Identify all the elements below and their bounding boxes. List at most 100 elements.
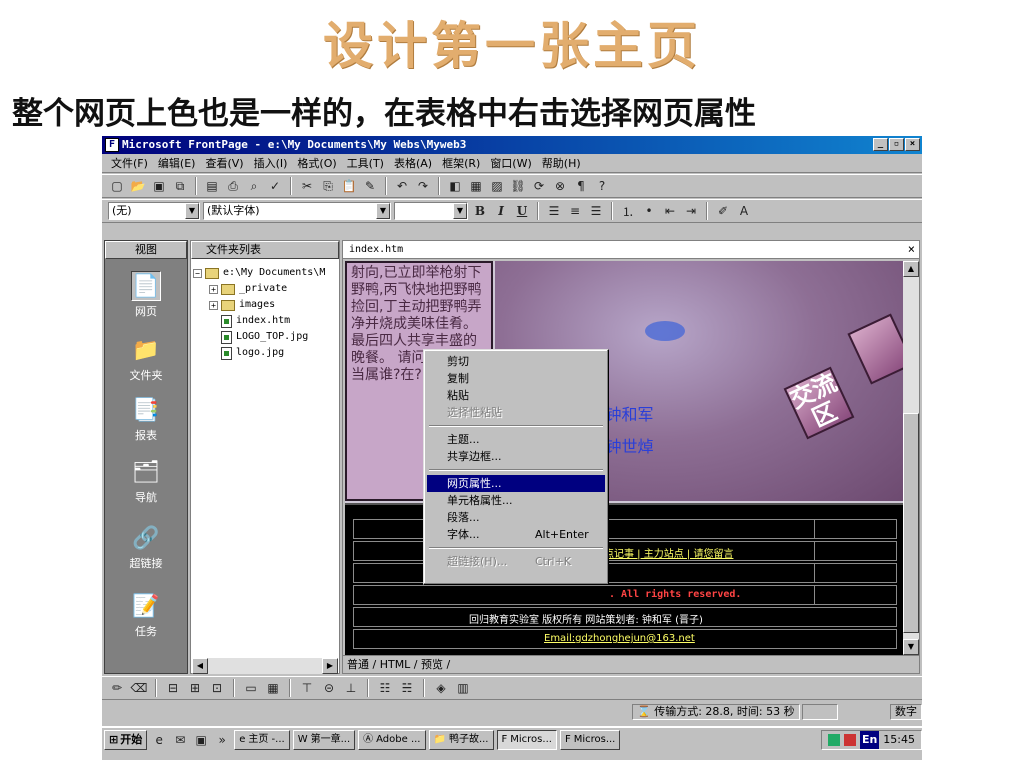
task-frontpage-1[interactable]: F Micros... — [496, 730, 557, 750]
format-painter-icon[interactable]: ✎ — [361, 177, 379, 195]
network-icon[interactable] — [827, 734, 840, 746]
help-icon[interactable]: ? — [593, 177, 611, 195]
menu-insert[interactable]: 插入(I) — [249, 156, 293, 172]
redo-icon[interactable]: ↷ — [414, 177, 432, 195]
menu-window[interactable]: 窗口(W) — [485, 156, 536, 172]
chevron-down-icon[interactable]: ▼ — [185, 203, 199, 219]
task-duck-story[interactable]: 📁 鸭子故... — [428, 730, 494, 750]
insert-component-icon[interactable]: ◧ — [446, 177, 464, 195]
chevron-down-icon[interactable]: ▼ — [453, 203, 467, 219]
volume-icon[interactable] — [843, 734, 856, 746]
start-button[interactable]: ⊞ 开始 — [104, 730, 148, 750]
scroll-left-icon[interactable]: ◀ — [192, 658, 208, 674]
ie-icon[interactable]: e — [150, 731, 168, 749]
footer-links[interactable]: 站点记事 | 主力站点 | 请您留言 — [594, 545, 733, 560]
chevron-down-icon[interactable]: ▼ — [376, 203, 390, 219]
bold-button[interactable]: B — [471, 202, 489, 220]
menu-tools[interactable]: 工具(T) — [342, 156, 389, 172]
ctx-cell-properties[interactable]: 单元格属性... — [427, 492, 605, 509]
insert-rows-icon[interactable]: ⊟ — [164, 679, 182, 697]
tree-folder-images[interactable]: + images — [193, 297, 325, 313]
menu-view[interactable]: 查看(V) — [200, 156, 248, 172]
window-titlebar[interactable]: F Microsoft FrontPage - e:\My Documents\… — [102, 136, 922, 154]
draw-table-icon[interactable]: ✏ — [108, 679, 126, 697]
eraser-icon[interactable]: ⌫ — [130, 679, 148, 697]
delete-cells-icon[interactable]: ▭ — [242, 679, 260, 697]
scroll-up-icon[interactable]: ▲ — [903, 261, 919, 277]
increase-indent-icon[interactable]: ⇥ — [682, 202, 700, 220]
menu-table[interactable]: 表格(A) — [389, 156, 437, 172]
ctx-paragraph[interactable]: 段落... — [427, 509, 605, 526]
ctx-shared-borders[interactable]: 共享边框... — [427, 448, 605, 465]
scroll-down-icon[interactable]: ▼ — [903, 639, 919, 655]
paste-icon[interactable]: 📋 — [340, 177, 358, 195]
align-center-icon[interactable]: ≡ — [566, 202, 584, 220]
scroll-thumb[interactable] — [903, 413, 919, 633]
task-chapter1[interactable]: W 第一章... — [292, 730, 356, 750]
fill-color-icon[interactable]: ◈ — [432, 679, 450, 697]
fill-icon[interactable]: ▥ — [454, 679, 472, 697]
view-reports[interactable]: 📑 报表 — [105, 395, 187, 443]
ctx-paste[interactable]: 粘贴 — [427, 387, 605, 404]
ctx-font[interactable]: 字体... Alt+Enter — [427, 526, 605, 543]
tree-root[interactable]: − e:\My Documents\M — [193, 265, 325, 281]
insert-table-icon[interactable]: ▦ — [467, 177, 485, 195]
task-adobe[interactable]: Ⓐ Adobe ... — [358, 730, 426, 750]
menu-frames[interactable]: 框架(R) — [437, 156, 485, 172]
expand-icon[interactable]: + — [209, 284, 218, 294]
tree-file-logo[interactable]: logo.jpg — [193, 345, 325, 361]
style-select[interactable]: (无) ▼ — [108, 202, 200, 220]
ctx-copy[interactable]: 复制 — [427, 370, 605, 387]
copy-icon[interactable]: ⎘ — [319, 177, 337, 195]
bulleted-list-icon[interactable]: • — [640, 202, 658, 220]
editor-vscrollbar[interactable]: ▲ ▼ — [903, 261, 919, 655]
collapse-icon[interactable]: − — [193, 268, 202, 278]
center-vertically-icon[interactable]: ⊝ — [320, 679, 338, 697]
font-select[interactable]: (默认字体) ▼ — [203, 202, 391, 220]
scroll-right-icon[interactable]: ▶ — [322, 658, 338, 674]
publish-icon[interactable]: ⧉ — [171, 177, 189, 195]
desktop-icon[interactable]: ▣ — [192, 731, 210, 749]
folder-list-icon[interactable]: ▤ — [203, 177, 221, 195]
folder-hscrollbar[interactable]: ◀ ▶ — [192, 658, 338, 674]
decrease-indent-icon[interactable]: ⇤ — [661, 202, 679, 220]
underline-button[interactable]: U — [513, 202, 531, 220]
outlook-icon[interactable]: ✉ — [171, 731, 189, 749]
close-button[interactable]: × — [905, 138, 920, 151]
ctx-cut[interactable]: 剪切 — [427, 353, 605, 370]
view-page[interactable]: 📄 网页 — [105, 271, 187, 319]
expand-icon[interactable]: + — [209, 300, 218, 310]
insert-cell-icon[interactable]: ⊡ — [208, 679, 226, 697]
language-indicator[interactable]: En — [859, 731, 880, 749]
tree-folder-private[interactable]: + _private — [193, 281, 325, 297]
distribute-rows-icon[interactable]: ☷ — [376, 679, 394, 697]
view-navigation[interactable]: 🗂 导航 — [105, 457, 187, 505]
tree-file-logo-top[interactable]: LOGO_TOP.jpg — [193, 329, 325, 345]
stop-icon[interactable]: ⊗ — [551, 177, 569, 195]
view-tasks[interactable]: 📝 任务 — [105, 591, 187, 639]
editor-view-tabs[interactable]: 普通 / HTML / 预览 / — [343, 655, 919, 673]
view-folders[interactable]: 📁 文件夹 — [105, 335, 187, 383]
task-homepage[interactable]: e 主页 -... — [234, 730, 290, 750]
ctx-theme[interactable]: 主题... — [427, 431, 605, 448]
refresh-icon[interactable]: ⟳ — [530, 177, 548, 195]
highlight-color-icon[interactable]: ✐ — [714, 202, 732, 220]
minimize-button[interactable]: _ — [873, 138, 888, 151]
print-preview-icon[interactable]: ⌕ — [245, 177, 263, 195]
align-top-icon[interactable]: ⊤ — [298, 679, 316, 697]
insert-columns-icon[interactable]: ⊞ — [186, 679, 204, 697]
italic-button[interactable]: I — [492, 202, 510, 220]
show-all-icon[interactable]: ¶ — [572, 177, 590, 195]
numbered-list-icon[interactable]: ⒈ — [619, 202, 637, 220]
align-bottom-icon[interactable]: ⊥ — [342, 679, 360, 697]
view-hyperlinks[interactable]: 🔗 超链接 — [105, 523, 187, 571]
print-icon[interactable]: ⎙ — [224, 177, 242, 195]
hyperlink-icon[interactable]: ⛓ — [509, 177, 527, 195]
spelling-icon[interactable]: ✓ — [266, 177, 284, 195]
distribute-columns-icon[interactable]: ☵ — [398, 679, 416, 697]
task-frontpage-2[interactable]: F Micros... — [559, 730, 621, 750]
maximize-button[interactable]: ▫ — [889, 138, 904, 151]
save-icon[interactable]: ▣ — [150, 177, 168, 195]
align-left-icon[interactable]: ☰ — [545, 202, 563, 220]
view-tabs-label[interactable]: 普通 / HTML / 预览 / — [347, 658, 450, 671]
